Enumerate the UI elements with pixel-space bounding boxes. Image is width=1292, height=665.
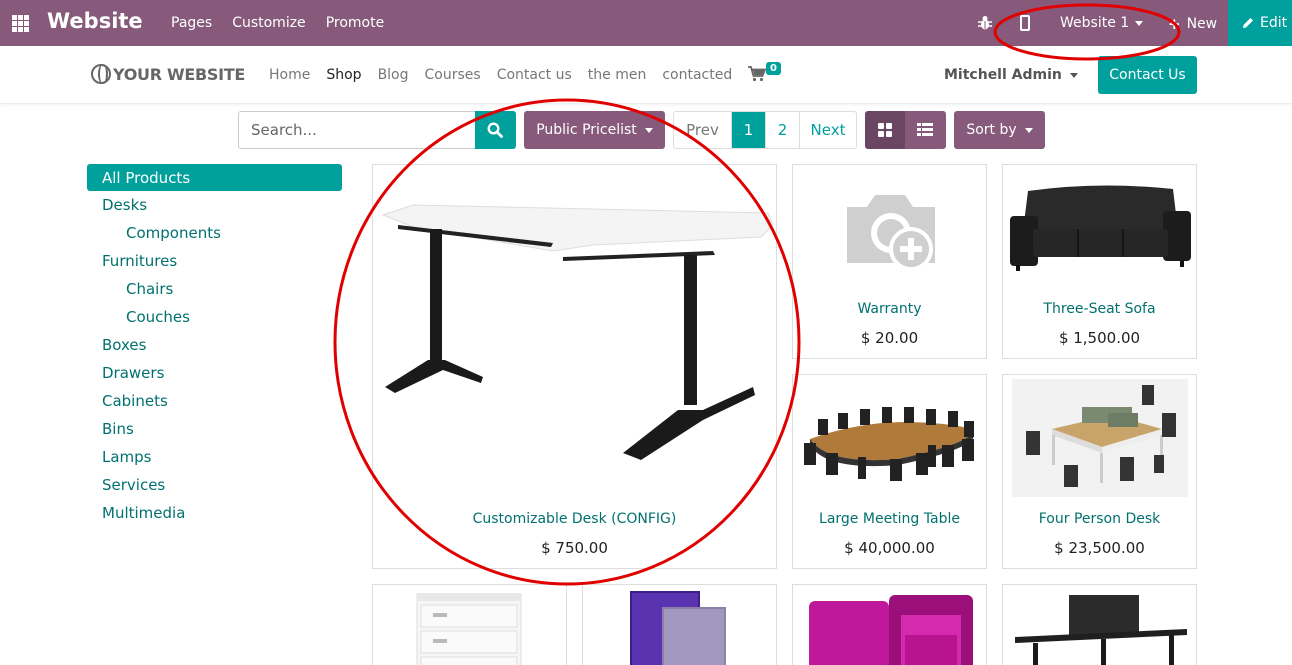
admin-menu: Pages Customize Promote <box>171 15 384 31</box>
shopping-cart-icon[interactable] <box>748 66 766 82</box>
category-couches[interactable]: Couches <box>87 303 342 331</box>
product-name[interactable]: Customizable Desk (CONFIG) <box>373 511 776 527</box>
product-card[interactable] <box>792 584 987 665</box>
pager-page-1[interactable]: 1 <box>732 112 766 148</box>
product-card[interactable] <box>1002 584 1197 665</box>
list-view-button[interactable] <box>905 111 946 149</box>
category-furnitures[interactable]: Furnitures <box>87 247 342 275</box>
admin-bar: Website Pages Customize Promote Website … <box>0 0 1292 46</box>
chevron-down-icon <box>1135 20 1144 26</box>
category-boxes[interactable]: Boxes <box>87 331 342 359</box>
apps-menu-icon[interactable] <box>12 15 29 32</box>
category-desks[interactable]: Desks <box>87 191 342 219</box>
product-card[interactable]: Four Person Desk $ 23,500.00 <box>1002 374 1197 569</box>
category-cabinets[interactable]: Cabinets <box>87 387 342 415</box>
user-name: Mitchell Admin <box>944 67 1062 83</box>
pencil-icon <box>1243 18 1253 28</box>
pager: Prev 1 2 Next <box>673 111 857 149</box>
site-logo[interactable]: YOUR WEBSITE <box>91 64 245 84</box>
product-price: $ 40,000.00 <box>844 539 935 557</box>
grid-view-button[interactable] <box>865 111 905 149</box>
nav-blog[interactable]: Blog <box>378 67 409 83</box>
meeting-table-image <box>804 407 974 481</box>
chevron-down-icon <box>1069 72 1078 78</box>
product-card[interactable]: Large Meeting Table $ 40,000.00 <box>792 374 987 569</box>
product-name[interactable]: Four Person Desk <box>1003 511 1196 527</box>
website-navbar: YOUR WEBSITE Home Shop Blog Courses Cont… <box>0 46 1292 104</box>
product-name[interactable]: Large Meeting Table <box>793 511 986 527</box>
menu-customize[interactable]: Customize <box>232 15 306 31</box>
nav-contacted[interactable]: contacted <box>662 67 732 83</box>
menu-promote[interactable]: Promote <box>326 15 385 31</box>
sofa-image <box>1010 185 1191 271</box>
menu-pages[interactable]: Pages <box>171 15 212 31</box>
pricelist-dropdown[interactable]: Public Pricelist <box>524 111 665 149</box>
cart-count-badge: 0 <box>766 62 781 75</box>
product-price: $ 750.00 <box>541 539 608 557</box>
pricelist-label: Public Pricelist <box>536 122 637 138</box>
category-drawers[interactable]: Drawers <box>87 359 342 387</box>
edit-button-label: Edit <box>1260 15 1288 31</box>
search-button[interactable] <box>475 111 516 149</box>
plus-icon: + <box>1168 15 1181 33</box>
nav-courses[interactable]: Courses <box>425 67 481 83</box>
category-all-products[interactable]: All Products <box>87 164 342 191</box>
globe-icon <box>91 64 111 84</box>
grid-icon <box>878 123 892 137</box>
acoustic-panel-image <box>630 591 726 665</box>
product-card[interactable] <box>372 584 567 665</box>
website-switcher[interactable]: Website 1 <box>1060 15 1144 31</box>
list-icon <box>917 123 933 136</box>
debug-bug-icon[interactable] <box>978 15 992 31</box>
pager-page-2[interactable]: 2 <box>766 112 800 148</box>
user-menu[interactable]: Mitchell Admin <box>944 67 1078 83</box>
category-multimedia[interactable]: Multimedia <box>87 499 342 527</box>
product-name[interactable]: Three-Seat Sofa <box>1003 301 1196 317</box>
search-icon <box>487 122 503 138</box>
camera-placeholder-icon <box>847 195 935 271</box>
nav-home[interactable]: Home <box>269 67 310 83</box>
edit-button[interactable]: Edit <box>1228 0 1292 46</box>
product-name[interactable]: Warranty <box>793 301 986 317</box>
drawer-cabinet-image <box>416 593 522 665</box>
chevron-down-icon <box>1024 127 1033 133</box>
product-card[interactable] <box>582 584 777 665</box>
product-price: $ 1,500.00 <box>1058 329 1141 347</box>
pager-next[interactable]: Next <box>800 112 856 148</box>
new-button[interactable]: + New <box>1168 15 1217 33</box>
category-components[interactable]: Components <box>87 219 342 247</box>
category-services[interactable]: Services <box>87 471 342 499</box>
pager-prev[interactable]: Prev <box>674 112 732 148</box>
sort-by-label: Sort by <box>966 122 1017 138</box>
standing-desk-image <box>1015 595 1187 665</box>
search-input[interactable] <box>238 111 476 149</box>
app-title: Website <box>47 9 143 33</box>
website-switcher-label: Website 1 <box>1060 15 1130 31</box>
four-person-desk-image <box>1012 379 1188 497</box>
nav-the-men[interactable]: the men <box>588 67 647 83</box>
chevron-down-icon <box>644 127 653 133</box>
nav-contact-us[interactable]: Contact us <box>497 67 572 83</box>
product-card[interactable]: Warranty $ 20.00 <box>792 164 987 359</box>
new-button-label: New <box>1186 16 1218 32</box>
site-logo-text: YOUR WEBSITE <box>113 64 245 84</box>
product-card[interactable]: Customizable Desk (CONFIG) $ 750.00 <box>372 164 777 569</box>
view-toggle <box>865 111 946 149</box>
contact-us-button[interactable]: Contact Us <box>1098 56 1197 94</box>
product-card[interactable]: Three-Seat Sofa $ 1,500.00 <box>1002 164 1197 359</box>
category-bins[interactable]: Bins <box>87 415 342 443</box>
site-menu: Home Shop Blog Courses Contact us the me… <box>269 67 732 83</box>
category-lamps[interactable]: Lamps <box>87 443 342 471</box>
sort-by-dropdown[interactable]: Sort by <box>954 111 1045 149</box>
category-chairs[interactable]: Chairs <box>87 275 342 303</box>
product-price: $ 23,500.00 <box>1054 539 1145 557</box>
category-list: All Products Desks Components Furnitures… <box>87 164 342 527</box>
mobile-preview-icon[interactable] <box>1020 15 1030 31</box>
product-price: $ 20.00 <box>860 329 919 347</box>
nav-shop[interactable]: Shop <box>326 67 361 83</box>
desk-image <box>381 204 774 460</box>
pink-booth-image <box>809 595 973 665</box>
